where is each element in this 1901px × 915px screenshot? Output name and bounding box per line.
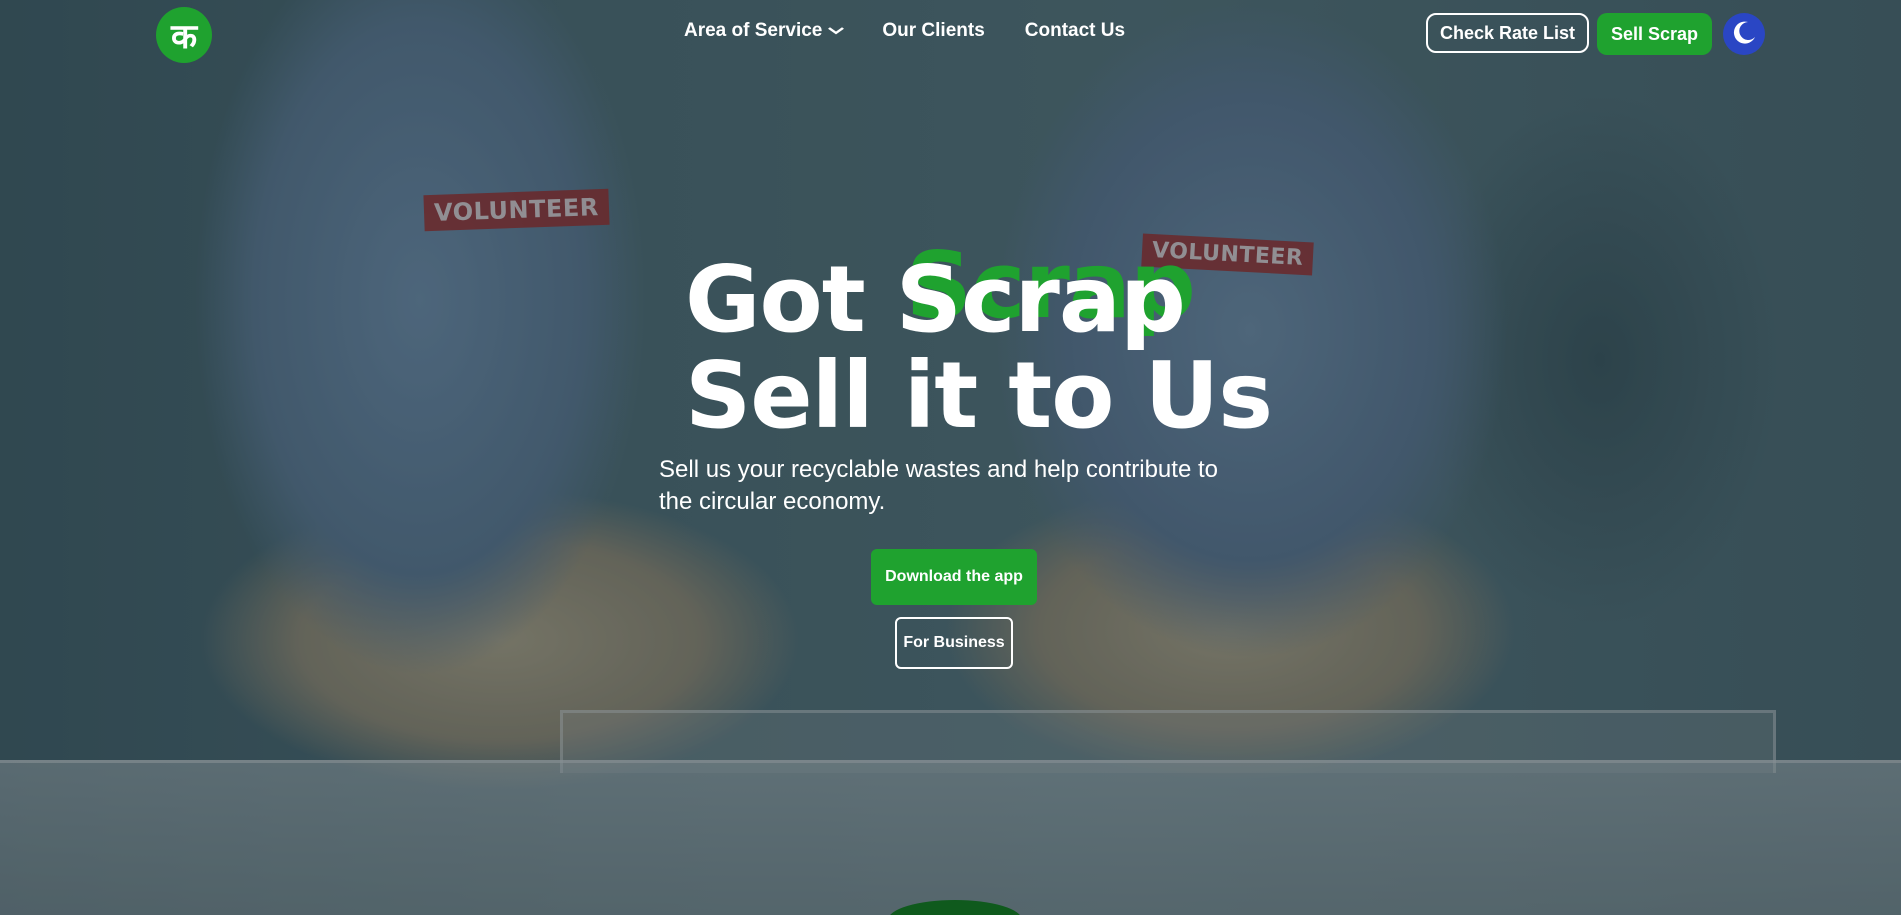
check-rate-list-button[interactable]: Check Rate List [1426, 13, 1590, 53]
headline-got: Got [685, 246, 896, 353]
nav-our-clients[interactable]: Our Clients [882, 20, 984, 42]
sell-scrap-button[interactable]: Sell Scrap [1597, 13, 1713, 55]
headline-line-1: Got Scrap Scrap [685, 238, 1272, 348]
hero-subtext: Sell us your recyclable wastes and help … [659, 456, 1218, 515]
nav-area-of-service[interactable]: Area of Service [684, 20, 845, 42]
headline-scrap: Scrap Scrap [896, 238, 1196, 348]
hero-headline: Got Scrap Scrap Sell it to Us [685, 238, 1273, 449]
navbar: क Area of Service Our Clients Contact Us… [0, 0, 1901, 68]
chevron-down-icon [828, 24, 845, 38]
hero-section: VOLUNTEER VOLUNTEER क Area of Service Ou… [0, 0, 1901, 915]
theme-toggle-button[interactable] [1723, 13, 1765, 55]
for-business-button[interactable]: For Business [895, 617, 1013, 669]
logo[interactable]: क [156, 7, 212, 63]
moon-icon [1731, 19, 1757, 50]
headline-line-2: Sell it to Us [685, 342, 1273, 449]
headline-scrap-text: Scrap [895, 246, 1186, 353]
nav-area-of-service-label: Area of Service [684, 20, 823, 41]
nav-contact-us[interactable]: Contact Us [1025, 20, 1125, 42]
nav-links: Area of Service Our Clients Contact Us [684, 20, 1125, 42]
download-app-button[interactable]: Download the app [871, 549, 1037, 605]
